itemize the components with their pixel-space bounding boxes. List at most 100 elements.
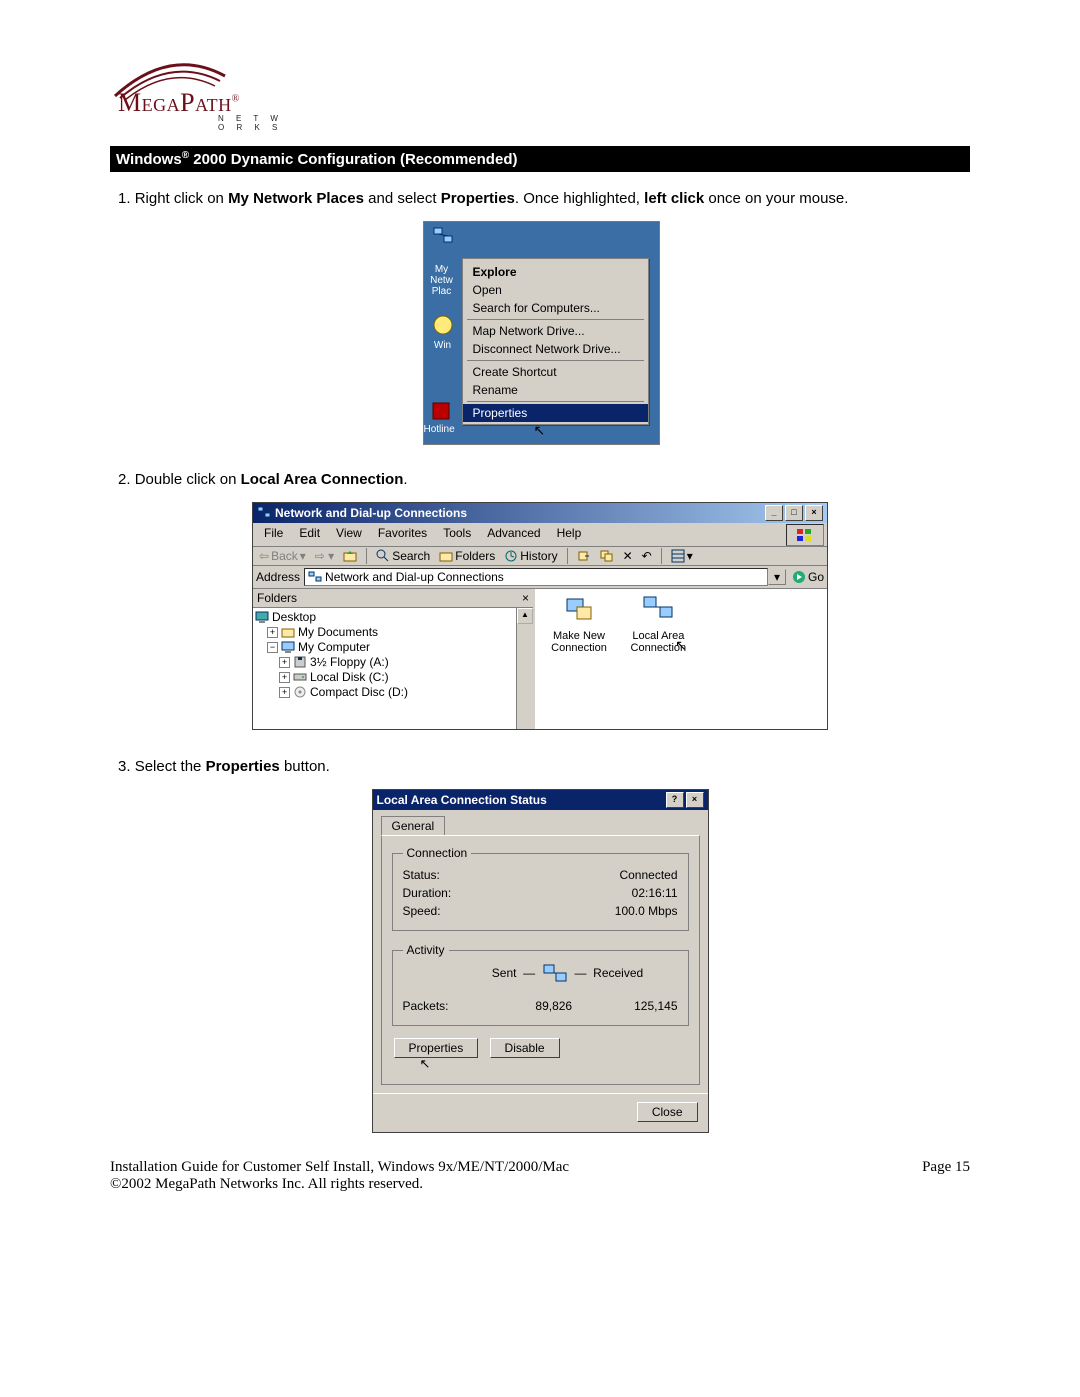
section-header: Windows® 2000 Dynamic Configuration (Rec… bbox=[110, 146, 970, 172]
folder-up-icon bbox=[343, 549, 357, 563]
context-menu-figure: My Netw Plac Win Hotline Explore Open Se… bbox=[423, 221, 658, 445]
delete-button[interactable]: ✕ bbox=[620, 548, 636, 564]
close-button[interactable]: × bbox=[686, 792, 704, 808]
menu-item-explore[interactable]: Explore bbox=[463, 263, 648, 281]
window-icon bbox=[257, 506, 271, 520]
tree-scrollbar[interactable]: ▲ bbox=[516, 608, 533, 729]
views-icon bbox=[671, 549, 685, 563]
duration-label: Duration: bbox=[403, 886, 632, 900]
address-dropdown[interactable]: ▾ bbox=[768, 569, 786, 585]
step-3-text: 3. Select the Properties button. bbox=[118, 758, 970, 775]
windows-flag-icon bbox=[786, 524, 824, 546]
packets-sent-value: 89,826 bbox=[513, 999, 596, 1013]
network-places-icon bbox=[432, 226, 454, 248]
undo-button[interactable]: ↶ bbox=[639, 548, 655, 564]
search-button[interactable]: Search bbox=[373, 548, 433, 564]
menu-item-map-drive[interactable]: Map Network Drive... bbox=[463, 322, 648, 340]
expand-icon[interactable]: + bbox=[279, 672, 290, 683]
back-button[interactable]: ⇦ Back ▾ bbox=[256, 548, 309, 564]
connections-pane: Make New Connection Local Area Connectio… bbox=[535, 589, 827, 729]
status-value: Connected bbox=[619, 868, 677, 882]
menu-advanced[interactable]: Advanced bbox=[479, 524, 548, 546]
logo: MegaPath® N E T W O R K S bbox=[110, 56, 970, 128]
search-icon bbox=[376, 549, 390, 563]
menu-view[interactable]: View bbox=[328, 524, 370, 546]
menu-help[interactable]: Help bbox=[549, 524, 590, 546]
menu-item-disconnect-drive[interactable]: Disconnect Network Drive... bbox=[463, 340, 648, 358]
explorer-window: Network and Dial-up Connections _ □ × Fi… bbox=[252, 502, 828, 730]
logo-subtitle: N E T W O R K S bbox=[218, 114, 300, 132]
menu-edit[interactable]: Edit bbox=[291, 524, 328, 546]
received-label: Received bbox=[593, 966, 643, 980]
disk-icon bbox=[293, 670, 307, 684]
collapse-icon[interactable]: − bbox=[267, 642, 278, 653]
packets-label: Packets: bbox=[403, 999, 513, 1013]
minimize-button[interactable]: _ bbox=[765, 505, 783, 521]
close-button[interactable]: × bbox=[805, 505, 823, 521]
dialog-title: Local Area Connection Status bbox=[377, 793, 547, 807]
address-label: Address bbox=[256, 570, 300, 584]
lan-icon bbox=[642, 595, 674, 623]
packets-received-value: 125,145 bbox=[595, 999, 678, 1013]
cd-icon bbox=[293, 685, 307, 699]
forward-button[interactable]: ⇨ ▾ bbox=[312, 548, 337, 564]
maximize-button[interactable]: □ bbox=[785, 505, 803, 521]
address-bar: Address Network and Dial-up Connections … bbox=[253, 566, 827, 589]
go-icon bbox=[792, 570, 806, 584]
disable-button[interactable]: Disable bbox=[490, 1038, 560, 1058]
go-button[interactable]: Go bbox=[792, 570, 824, 584]
views-button[interactable]: ▾ bbox=[668, 548, 696, 564]
copyto-button[interactable] bbox=[597, 548, 617, 564]
menu-favorites[interactable]: Favorites bbox=[370, 524, 435, 546]
menu-item-open[interactable]: Open bbox=[463, 281, 648, 299]
properties-button[interactable]: Properties bbox=[394, 1038, 479, 1058]
computer-icon bbox=[281, 640, 295, 654]
make-new-connection-item[interactable]: Make New Connection bbox=[545, 595, 613, 654]
moveto-button[interactable] bbox=[574, 548, 594, 564]
moveto-icon bbox=[577, 549, 591, 563]
activity-group: Activity Sent — — Received bbox=[392, 943, 689, 1026]
duration-value: 02:16:11 bbox=[632, 886, 678, 900]
window-title: Network and Dial-up Connections bbox=[275, 506, 467, 520]
close-dialog-button[interactable]: Close bbox=[637, 1102, 698, 1122]
address-field[interactable]: Network and Dial-up Connections bbox=[304, 568, 768, 586]
menu-bar: File Edit View Favorites Tools Advanced … bbox=[253, 523, 827, 547]
expand-icon[interactable]: + bbox=[279, 657, 290, 668]
expand-icon[interactable]: + bbox=[279, 687, 290, 698]
copyto-icon bbox=[600, 549, 614, 563]
expand-icon[interactable]: + bbox=[267, 627, 278, 638]
folders-pane: Folders × Desktop +My Documents −My Comp… bbox=[253, 589, 535, 729]
hotline-icon bbox=[430, 400, 452, 422]
menu-item-rename[interactable]: Rename bbox=[463, 381, 648, 399]
network-activity-icon bbox=[542, 963, 568, 985]
menu-item-properties[interactable]: Properties bbox=[463, 404, 648, 422]
context-menu: Explore Open Search for Computers... Map… bbox=[462, 258, 649, 425]
scroll-up-icon[interactable]: ▲ bbox=[517, 608, 533, 624]
general-tab[interactable]: General bbox=[381, 816, 446, 835]
menu-tools[interactable]: Tools bbox=[435, 524, 479, 546]
folders-pane-title: Folders bbox=[257, 591, 297, 605]
menu-file[interactable]: File bbox=[256, 524, 291, 546]
folders-pane-close[interactable]: × bbox=[522, 591, 529, 605]
help-button[interactable]: ? bbox=[666, 792, 684, 808]
history-button[interactable]: History bbox=[501, 548, 560, 564]
speed-value: 100.0 Mbps bbox=[615, 904, 678, 918]
cursor-icon: ↖ bbox=[534, 422, 546, 439]
sent-label: Sent bbox=[492, 966, 517, 980]
toolbar: ⇦ Back ▾ ⇨ ▾ Search Folders History ✕ ↶ … bbox=[253, 547, 827, 566]
menu-item-search-computers[interactable]: Search for Computers... bbox=[463, 299, 648, 317]
window-titlebar[interactable]: Network and Dial-up Connections _ □ × bbox=[253, 503, 827, 523]
up-button[interactable] bbox=[340, 548, 360, 564]
footer-copyright: ©2002 MegaPath Networks Inc. All rights … bbox=[110, 1176, 970, 1193]
menu-item-create-shortcut[interactable]: Create Shortcut bbox=[463, 363, 648, 381]
footer-guide-title: Installation Guide for Customer Self Ins… bbox=[110, 1159, 569, 1176]
speed-label: Speed: bbox=[403, 904, 615, 918]
lac-status-dialog: Local Area Connection Status ? × General… bbox=[372, 789, 709, 1133]
desktop-icon bbox=[255, 610, 269, 624]
folders-button[interactable]: Folders bbox=[436, 548, 498, 564]
history-icon bbox=[504, 549, 518, 563]
cursor-icon: ↖ bbox=[675, 637, 687, 654]
floppy-icon bbox=[293, 655, 307, 669]
status-label: Status: bbox=[403, 868, 620, 882]
folder-tree[interactable]: Desktop +My Documents −My Computer +3½ F… bbox=[253, 608, 516, 729]
